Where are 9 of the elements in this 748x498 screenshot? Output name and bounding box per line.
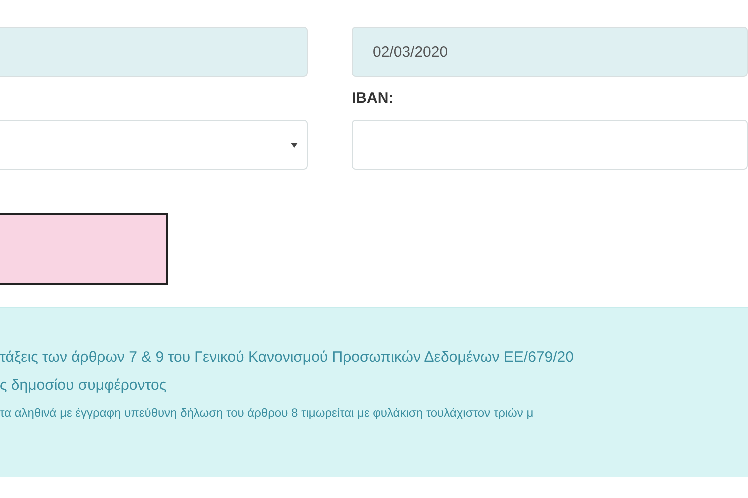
date-field[interactable]: 02/03/2020 [352,27,748,77]
notice-text: τα αληθινά με έγγραφη υπεύθυνη δήλωση του άρθρου 8 τιμωρείται με φυλάκιση τουλάχιστον τριών μ [0,405,535,422]
notice-text: τάξεις των άρθρων 7 & 9 του Γενικού Κανονισμού Προσωπικών Δεδομένων ΕΕ/679/20 [0,348,575,368]
caret-icon [291,142,298,148]
field-label: IBAN: [352,89,395,109]
iban-field[interactable] [352,120,748,170]
notice-text: ς δημοσίου συμφέροντος [0,376,168,396]
select-field[interactable] [0,120,308,170]
input-field[interactable] [0,27,308,77]
